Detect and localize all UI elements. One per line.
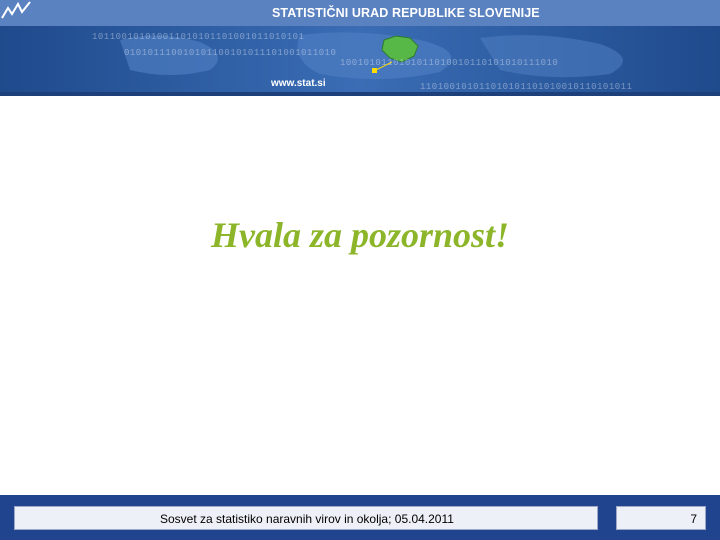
binary-pattern-text: 101100101010011010101101001011010101	[92, 32, 305, 42]
stat-chart-icon	[1, 1, 31, 19]
page-number-box: 7	[616, 506, 706, 530]
organization-name: STATISTIČNI URAD REPUBLIKE SLOVENIJE	[272, 6, 540, 20]
slide-title: Hvala za pozornost!	[210, 215, 510, 255]
footer-text-box: Sosvet za statistiko naravnih virov in o…	[14, 506, 598, 530]
map-pointer-dot	[372, 68, 377, 73]
binary-pattern-text: 010101110010101100101011101001011010	[124, 48, 337, 58]
website-url[interactable]: www.stat.si	[271, 78, 326, 89]
footer-bar: Sosvet za statistiko naravnih virov in o…	[0, 495, 720, 540]
header-banner: 101100101010011010101101001011010101 010…	[0, 0, 720, 96]
footer-caption: Sosvet za statistiko naravnih virov in o…	[160, 512, 454, 526]
binary-pattern-text: 110100101011010101101010010110101011	[420, 82, 633, 92]
page-number: 7	[690, 512, 697, 526]
binary-pattern-text: 1001010110101011010010110101010111010	[340, 58, 559, 68]
